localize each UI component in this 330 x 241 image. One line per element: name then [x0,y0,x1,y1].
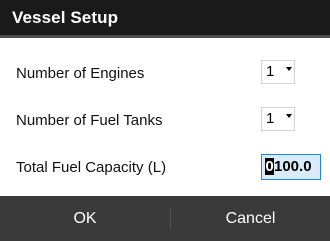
dialog-body: Number of Engines 1 Number of Fuel Tanks… [0,38,330,196]
total-fuel-capacity-input[interactable]: 0100.0 [261,154,321,180]
chevron-down-icon [286,67,292,71]
number-of-fuel-tanks-dropdown[interactable]: 1 [261,107,295,131]
vessel-setup-dialog: Vessel Setup Number of Engines 1 Number … [0,0,330,241]
number-of-engines-dropdown[interactable]: 1 [261,60,295,84]
row-number-of-engines: Number of Engines 1 [0,60,330,88]
button-bar: OK Cancel [0,196,330,241]
number-of-engines-label: Number of Engines [16,65,145,82]
number-of-fuel-tanks-value: 1 [266,110,275,127]
chevron-down-icon [286,114,292,118]
row-number-of-fuel-tanks: Number of Fuel Tanks 1 [0,107,330,135]
capacity-remaining-digits: 100.0 [274,158,312,175]
total-fuel-capacity-label: Total Fuel Capacity (L) [16,159,167,176]
number-of-engines-value: 1 [266,63,275,80]
row-total-fuel-capacity: Total Fuel Capacity (L) 0100.0 [0,154,330,182]
title-bar: Vessel Setup [0,0,330,38]
number-of-fuel-tanks-label: Number of Fuel Tanks [16,112,163,129]
ok-button[interactable]: OK [0,196,170,241]
cancel-button[interactable]: Cancel [171,196,330,241]
dialog-title: Vessel Setup [12,8,119,27]
edit-cursor-digit: 0 [265,158,274,175]
total-fuel-capacity-value: 0100.0 [265,158,312,175]
